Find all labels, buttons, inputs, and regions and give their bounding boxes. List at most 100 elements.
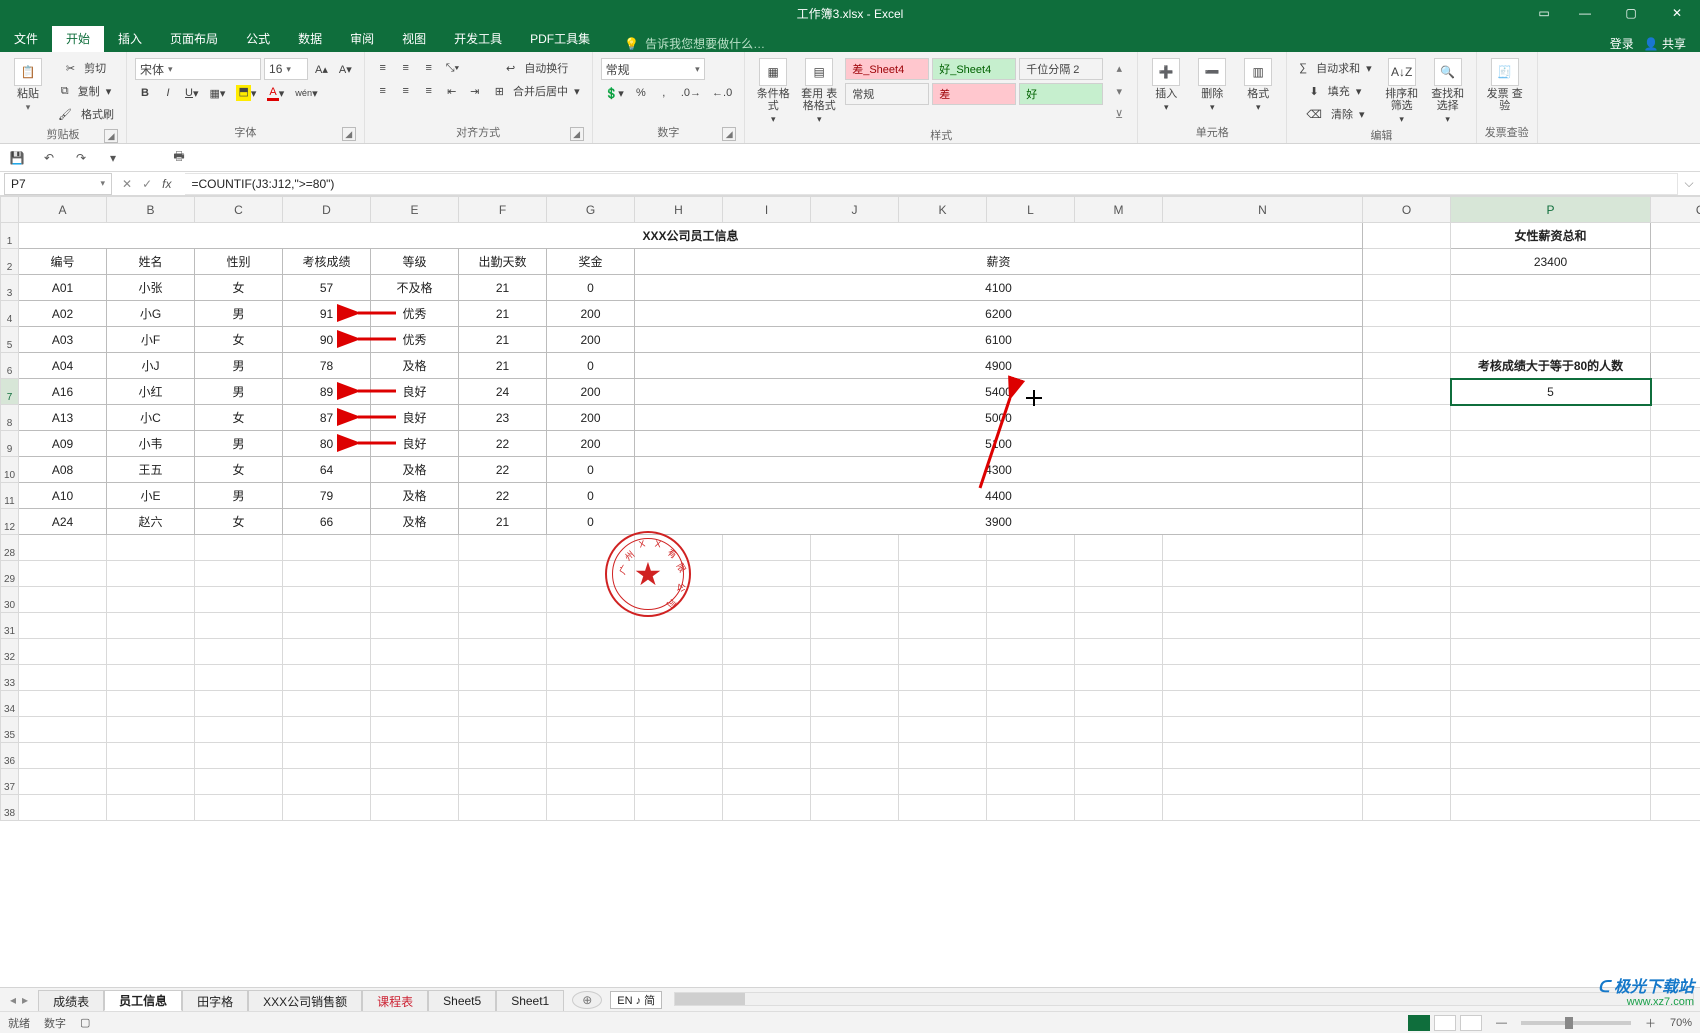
row-header-28[interactable]: 28 bbox=[1, 535, 19, 561]
style-bad-sheet4[interactable]: 差_Sheet4 bbox=[845, 58, 929, 80]
row-header-7[interactable]: 7 bbox=[1, 379, 19, 405]
dialog-launcher-icon[interactable]: ◢ bbox=[570, 127, 584, 141]
font-size-combo[interactable]: 16▾ bbox=[264, 58, 308, 80]
cell[interactable]: 22 bbox=[459, 483, 547, 509]
ribbon-tab-开始[interactable]: 开始 bbox=[52, 26, 104, 52]
fill-button[interactable]: ⬇ 填充 ▾ bbox=[1295, 81, 1375, 101]
cell[interactable] bbox=[987, 561, 1075, 587]
cell[interactable] bbox=[635, 639, 723, 665]
cell[interactable] bbox=[19, 535, 107, 561]
cell[interactable] bbox=[1075, 561, 1163, 587]
cell-p10[interactable] bbox=[1451, 457, 1651, 483]
cell[interactable] bbox=[723, 691, 811, 717]
cell[interactable]: 200 bbox=[547, 327, 635, 353]
cell[interactable] bbox=[635, 587, 723, 613]
cell[interactable]: 及格 bbox=[371, 457, 459, 483]
find-select-button[interactable]: 🔍查找和选择▾ bbox=[1428, 56, 1468, 125]
zoom-out-button[interactable]: — bbox=[1496, 1017, 1507, 1029]
cell[interactable] bbox=[107, 691, 195, 717]
cell[interactable] bbox=[635, 691, 723, 717]
save-icon[interactable]: 💾 bbox=[8, 149, 26, 167]
sheet-tab-Sheet5[interactable]: Sheet5 bbox=[428, 990, 496, 1011]
cell[interactable] bbox=[1363, 717, 1451, 743]
delete-cells-button[interactable]: ➖删除▾ bbox=[1192, 56, 1232, 113]
cell[interactable]: 小F bbox=[107, 327, 195, 353]
cell[interactable]: 200 bbox=[547, 379, 635, 405]
cell[interactable]: 良好 bbox=[371, 431, 459, 457]
cell[interactable]: 4300 bbox=[635, 457, 1363, 483]
format-as-table-button[interactable]: ▤套用 表格格式▾ bbox=[799, 56, 839, 125]
cell-p12[interactable] bbox=[1451, 509, 1651, 535]
increase-decimal-icon[interactable]: .0→ bbox=[677, 83, 705, 103]
cell[interactable] bbox=[1363, 795, 1451, 821]
cell[interactable] bbox=[1451, 665, 1651, 691]
cell[interactable] bbox=[1075, 769, 1163, 795]
insert-cells-button[interactable]: ➕插入▾ bbox=[1146, 56, 1186, 113]
cell[interactable]: 0 bbox=[547, 483, 635, 509]
col-header-I[interactable]: I bbox=[723, 197, 811, 223]
styles-more-icon[interactable]: ⊻ bbox=[1109, 104, 1129, 124]
col-header-cell[interactable]: 奖金 bbox=[547, 249, 635, 275]
row-header-33[interactable]: 33 bbox=[1, 665, 19, 691]
cell[interactable]: 5100 bbox=[635, 431, 1363, 457]
cell[interactable] bbox=[547, 743, 635, 769]
cell[interactable]: 及格 bbox=[371, 509, 459, 535]
cell[interactable] bbox=[723, 587, 811, 613]
cell[interactable]: 赵六 bbox=[107, 509, 195, 535]
cell[interactable] bbox=[1075, 587, 1163, 613]
cell[interactable] bbox=[635, 743, 723, 769]
cell[interactable] bbox=[283, 561, 371, 587]
underline-button[interactable]: U▾ bbox=[181, 83, 202, 103]
cell[interactable] bbox=[1651, 795, 1700, 821]
italic-button[interactable]: I bbox=[158, 83, 178, 103]
cell[interactable]: 优秀 bbox=[371, 301, 459, 327]
col-header-G[interactable]: G bbox=[547, 197, 635, 223]
cell[interactable]: 男 bbox=[195, 379, 283, 405]
cell[interactable] bbox=[811, 769, 899, 795]
cell[interactable] bbox=[459, 613, 547, 639]
cell[interactable] bbox=[899, 743, 987, 769]
cell[interactable] bbox=[1363, 743, 1451, 769]
cell[interactable]: 0 bbox=[547, 275, 635, 301]
col-header-cell[interactable]: 考核成绩 bbox=[283, 249, 371, 275]
cell[interactable] bbox=[1163, 665, 1363, 691]
decrease-indent-icon[interactable]: ⇤ bbox=[442, 81, 462, 101]
cell[interactable] bbox=[1075, 535, 1163, 561]
cell[interactable] bbox=[1363, 769, 1451, 795]
cell-p7[interactable]: 5 bbox=[1451, 379, 1651, 405]
sheet-tab-XXX公司销售额[interactable]: XXX公司销售额 bbox=[248, 990, 362, 1011]
cell[interactable]: 女 bbox=[195, 457, 283, 483]
col-header-cell[interactable]: 性别 bbox=[195, 249, 283, 275]
cell[interactable] bbox=[19, 587, 107, 613]
cell[interactable]: 21 bbox=[459, 509, 547, 535]
cell[interactable] bbox=[1651, 743, 1700, 769]
cell[interactable] bbox=[899, 613, 987, 639]
col-header-C[interactable]: C bbox=[195, 197, 283, 223]
minimize-button[interactable]: — bbox=[1562, 0, 1608, 26]
cell[interactable] bbox=[371, 613, 459, 639]
label-female-salary-sum[interactable]: 女性薪资总和 bbox=[1451, 223, 1651, 249]
cell[interactable]: 0 bbox=[547, 509, 635, 535]
cell[interactable] bbox=[107, 795, 195, 821]
cell[interactable] bbox=[459, 665, 547, 691]
cell[interactable] bbox=[459, 639, 547, 665]
cell-p11[interactable] bbox=[1451, 483, 1651, 509]
cell[interactable] bbox=[1075, 795, 1163, 821]
col-header-cell[interactable]: 姓名 bbox=[107, 249, 195, 275]
cell[interactable]: 90 bbox=[283, 327, 371, 353]
col-header-cell[interactable]: 出勤天数 bbox=[459, 249, 547, 275]
row-header-10[interactable]: 10 bbox=[1, 457, 19, 483]
col-header-L[interactable]: L bbox=[987, 197, 1075, 223]
cell[interactable]: 女 bbox=[195, 509, 283, 535]
cell[interactable]: 及格 bbox=[371, 353, 459, 379]
row-header-4[interactable]: 4 bbox=[1, 301, 19, 327]
cell[interactable] bbox=[459, 535, 547, 561]
cell[interactable] bbox=[371, 561, 459, 587]
page-break-view-button[interactable] bbox=[1460, 1015, 1482, 1031]
cell[interactable] bbox=[1075, 743, 1163, 769]
cell[interactable]: 小张 bbox=[107, 275, 195, 301]
orientation-icon[interactable]: ⤡▾ bbox=[442, 58, 463, 78]
row-header-9[interactable]: 9 bbox=[1, 431, 19, 457]
cell[interactable] bbox=[1651, 769, 1700, 795]
value-female-salary-sum[interactable]: 23400 bbox=[1451, 249, 1651, 275]
